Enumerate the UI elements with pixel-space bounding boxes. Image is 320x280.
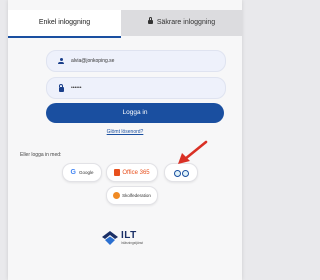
login-card: Enkel inloggning Säkrare inloggning alvi… — [8, 0, 242, 280]
google-icon: G — [70, 169, 76, 176]
username-field[interactable]: alvia@jonkoping.se — [46, 50, 226, 72]
lock-icon — [56, 83, 66, 92]
social-login-label: Eller logga in med: — [20, 152, 62, 158]
red-arrow-icon — [178, 140, 208, 164]
logo-name: ILT — [121, 230, 137, 241]
password-value: •••••• — [71, 85, 82, 91]
login-tabs: Enkel inloggning Säkrare inloggning — [8, 10, 242, 38]
tab-simple-login[interactable]: Enkel inloggning — [8, 10, 121, 38]
lock-icon — [147, 17, 153, 24]
user-icon — [56, 58, 66, 64]
login-button[interactable]: Logga in — [46, 103, 224, 123]
skolfederation-icon — [113, 192, 121, 199]
google-label: Google — [78, 170, 94, 175]
ilt-logo-icon — [102, 231, 118, 245]
tab-simple-login-label: Enkel inloggning — [38, 19, 91, 26]
logo-subtitle: Inläsningstjänst — [121, 241, 143, 245]
skolfederation-label: Skolfederation — [122, 193, 151, 198]
tab-secure-login-label: Säkrare inloggning — [156, 19, 216, 26]
username-value: alvia@jonkoping.se — [71, 58, 115, 64]
ilt-logo: ILT Inläsningstjänst — [102, 231, 143, 245]
google-login-button[interactable]: G Google — [62, 163, 102, 182]
tab-secure-login[interactable]: Säkrare inloggning — [121, 10, 242, 36]
eyes-icon — [173, 169, 189, 177]
forgot-password-link[interactable]: Glömt lösenord? — [8, 129, 242, 135]
password-field[interactable]: •••••• — [46, 77, 226, 99]
skolfederation-login-button[interactable]: Skolfederation — [106, 186, 158, 205]
office365-label: Office 365 — [122, 169, 150, 176]
office-icon — [114, 169, 121, 176]
office365-login-button[interactable]: Office 365 — [106, 163, 158, 182]
